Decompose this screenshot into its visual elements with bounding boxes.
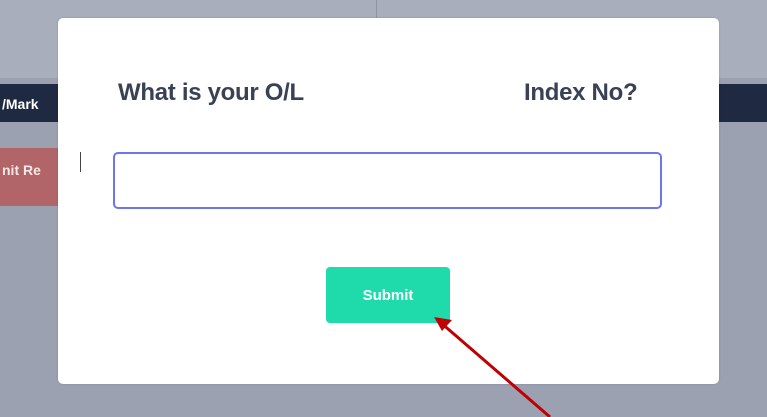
background-red-button-label: nit Re: [2, 162, 41, 178]
index-number-input[interactable]: [113, 152, 662, 209]
submit-button[interactable]: Submit: [326, 267, 450, 323]
index-number-modal: What is your O/L Index No? Submit: [58, 18, 719, 384]
modal-title-left: What is your O/L: [118, 79, 304, 106]
modal-title-right: Index No?: [524, 79, 638, 106]
background-nav-text: /Mark: [2, 96, 39, 112]
text-caret: [80, 152, 81, 172]
background-divider: [376, 0, 377, 18]
